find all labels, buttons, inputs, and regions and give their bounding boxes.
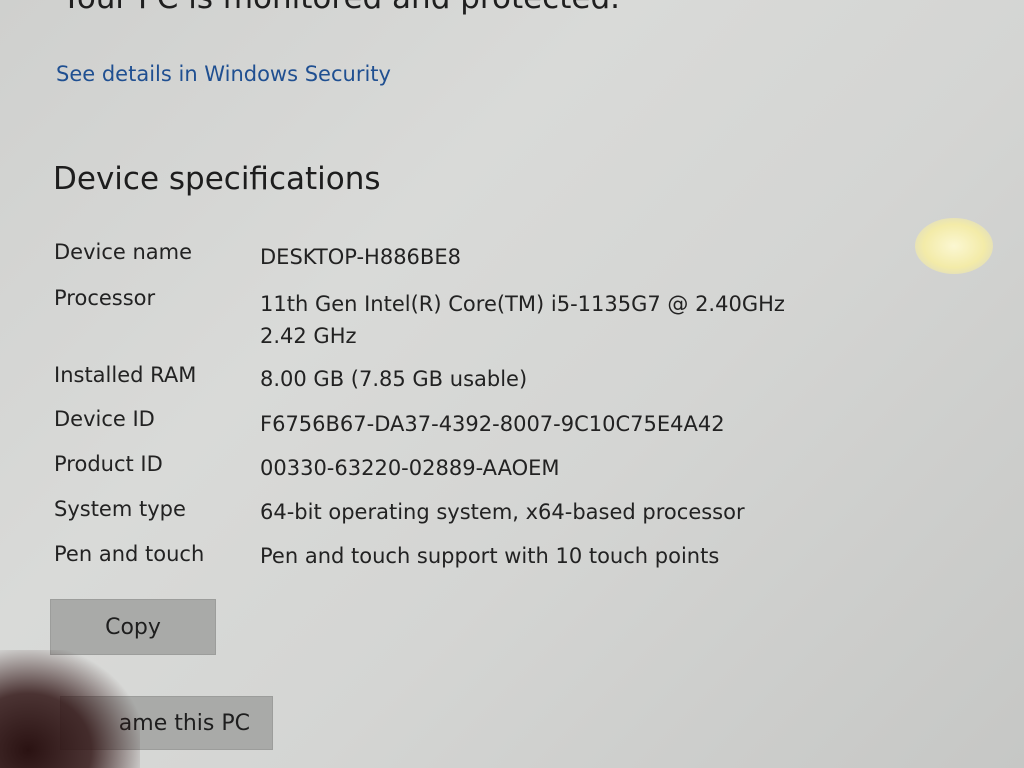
spec-value-installed-ram: 8.00 GB (7.85 GB usable) — [260, 367, 528, 391]
spec-value-system-type: 64-bit operating system, x64-based proce… — [260, 500, 745, 524]
spec-label-system-type: System type — [54, 497, 186, 521]
spec-label-processor: Processor — [54, 286, 156, 310]
spec-value-processor-line2: 2.42 GHz — [260, 324, 357, 348]
spec-value-device-name: DESKTOP-H886BE8 — [260, 245, 461, 269]
spec-value-pen-and-touch: Pen and touch support with 10 touch poin… — [260, 544, 720, 568]
spec-value-processor-line1: 11th Gen Intel(R) Core(TM) i5-1135G7 @ 2… — [260, 292, 785, 316]
hand-shadow — [0, 650, 140, 768]
device-specifications-title: Device specifications — [53, 161, 381, 197]
spec-label-installed-ram: Installed RAM — [54, 363, 197, 387]
spec-value-device-id: F6756B67-DA37-4392-8007-9C10C75E4A42 — [260, 412, 725, 436]
windows-security-link[interactable]: See details in Windows Security — [56, 62, 391, 86]
copy-button[interactable]: Copy — [50, 599, 216, 655]
spec-value-processor: 11th Gen Intel(R) Core(TM) i5-1135G7 @ 2… — [260, 292, 785, 348]
protection-status-text: Your PC is monitored and protected. — [62, 0, 620, 16]
spec-value-product-id: 00330-63220-02889-AAOEM — [260, 456, 560, 480]
screen-glare — [915, 218, 993, 274]
spec-label-product-id: Product ID — [54, 452, 163, 476]
spec-label-device-name: Device name — [54, 240, 193, 264]
spec-label-device-id: Device ID — [54, 407, 155, 431]
spec-label-pen-and-touch: Pen and touch — [54, 542, 205, 566]
